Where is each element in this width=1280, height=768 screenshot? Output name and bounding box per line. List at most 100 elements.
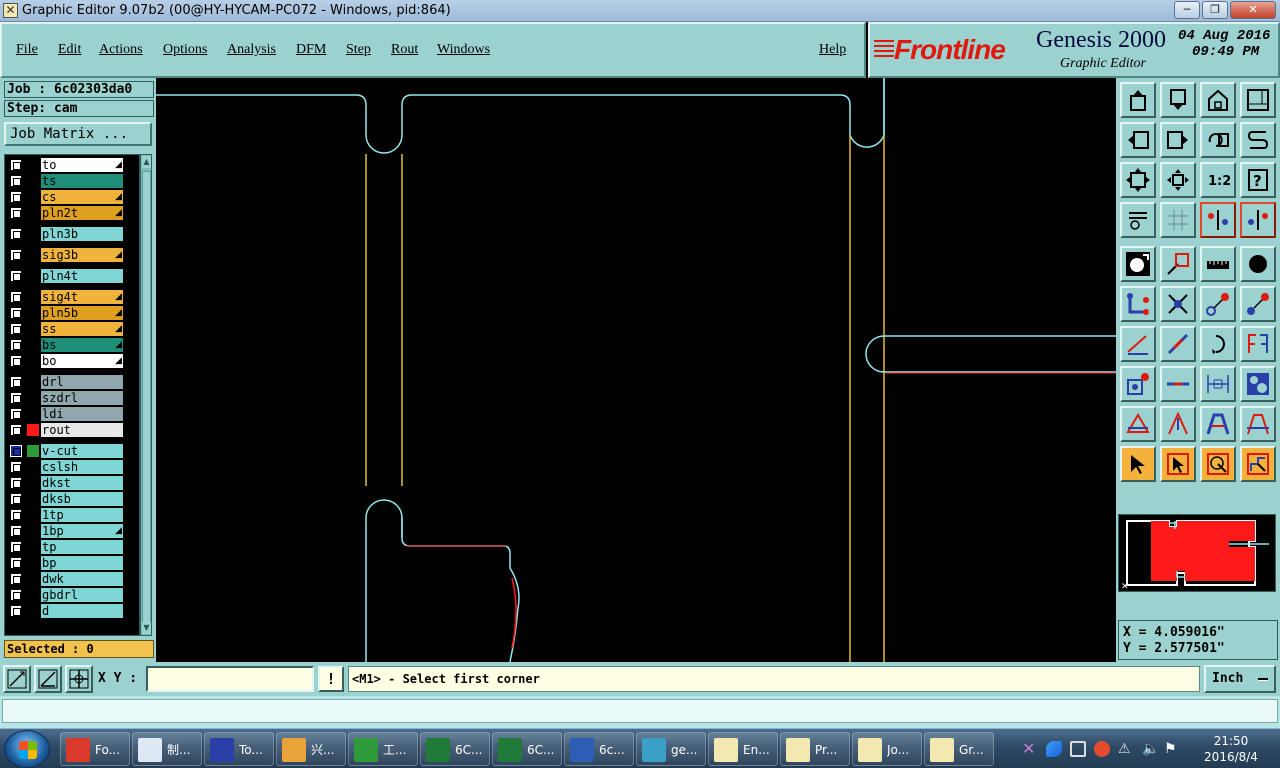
ruler-icon[interactable]	[1200, 246, 1236, 282]
layer-checkbox[interactable]	[10, 323, 22, 335]
connect-lines-icon[interactable]	[1120, 286, 1156, 322]
scroll-down-icon[interactable]: ▼	[142, 622, 151, 634]
layer-checkbox[interactable]	[10, 355, 22, 367]
layer-name[interactable]: bs	[41, 338, 123, 352]
layer-name[interactable]: tp	[41, 540, 123, 554]
taskbar-item[interactable]: ge...	[636, 732, 706, 766]
split-line-icon[interactable]	[1160, 366, 1196, 402]
layer-checkbox[interactable]	[10, 392, 22, 404]
taskbar-item[interactable]: 6c...	[564, 732, 634, 766]
peak-up-icon[interactable]	[1160, 406, 1196, 442]
overview-map[interactable]: ✕	[1118, 514, 1276, 592]
layer-checkbox[interactable]	[10, 249, 22, 261]
layer-checkbox[interactable]	[10, 493, 22, 505]
tray-x-icon[interactable]: ✕	[1022, 741, 1038, 757]
net-connect-icon[interactable]	[1200, 202, 1236, 238]
measure-tools-icon[interactable]	[1120, 202, 1156, 238]
layer-checkbox[interactable]	[10, 557, 22, 569]
menu-dfm[interactable]: DFM	[296, 41, 326, 59]
taskbar-item[interactable]: Pr...	[780, 732, 850, 766]
pad-group-icon[interactable]	[1240, 366, 1276, 402]
layer-row-cslsh[interactable]: cslsh	[5, 459, 139, 475]
layer-checkbox[interactable]	[10, 376, 22, 388]
layer-row-to[interactable]: to ◢	[5, 157, 139, 173]
layer-checkbox[interactable]	[10, 339, 22, 351]
layer-row-dksb[interactable]: dksb	[5, 491, 139, 507]
tray-security-icon[interactable]	[1094, 741, 1110, 757]
layer-name[interactable]: dkst	[41, 476, 123, 490]
menu-options[interactable]: Options	[163, 41, 207, 59]
mirror-icon[interactable]	[1240, 326, 1276, 362]
graphics-canvas[interactable]	[156, 78, 1116, 663]
home-icon[interactable]	[1200, 82, 1236, 118]
move-pad-icon[interactable]	[1200, 286, 1236, 322]
menu-analysis[interactable]: Analysis	[227, 41, 276, 59]
layer-row-rout[interactable]: rout	[5, 422, 139, 438]
taskbar-item[interactable]: 制...	[132, 732, 202, 766]
menu-rout[interactable]: Rout	[391, 41, 418, 59]
layer-row-ts[interactable]: ts	[5, 173, 139, 189]
layer-name[interactable]: v-cut	[41, 444, 123, 458]
net-compare-icon[interactable]	[1240, 202, 1276, 238]
scale-1-2-icon[interactable]: 1:2	[1200, 162, 1236, 198]
tray-flag-icon[interactable]: ⚑	[1164, 741, 1180, 757]
layer-checkbox[interactable]	[10, 424, 22, 436]
layer-name[interactable]: ldi	[41, 407, 123, 421]
scroll-thumb[interactable]	[142, 171, 151, 623]
pan-left-icon[interactable]	[1120, 122, 1156, 158]
layer-row-pln4t[interactable]: pln4t	[5, 268, 139, 284]
layer-checkbox[interactable]	[10, 159, 22, 171]
layer-row-sig3b[interactable]: sig3b ◢	[5, 247, 139, 263]
layer-name[interactable]: to	[41, 158, 123, 172]
layer-checkbox[interactable]	[10, 509, 22, 521]
add-surface-icon[interactable]	[1160, 246, 1196, 282]
select-arrow-icon[interactable]	[1120, 446, 1156, 482]
start-button[interactable]	[4, 730, 50, 768]
add-pad-icon[interactable]	[1240, 246, 1276, 282]
layer-row-gbdrl[interactable]: gbdrl	[5, 587, 139, 603]
layer-checkbox[interactable]	[10, 270, 22, 282]
layer-checkbox[interactable]	[10, 525, 22, 537]
taskbar-item[interactable]: 兴...	[276, 732, 346, 766]
tray-device-icon[interactable]	[1070, 741, 1086, 757]
layer-checkbox[interactable]	[10, 589, 22, 601]
layer-name[interactable]: pln2t	[41, 206, 123, 220]
slot-triangle-icon[interactable]	[1120, 406, 1156, 442]
copy-pad-icon[interactable]	[1240, 286, 1276, 322]
layer-name[interactable]: dwk	[41, 572, 123, 586]
draw-arc-icon[interactable]	[1200, 326, 1236, 362]
zoom-fit-icon[interactable]	[1120, 162, 1156, 198]
layer-row-pln2t[interactable]: pln2t ◢	[5, 205, 139, 221]
maximize-button[interactable]: ❐	[1202, 1, 1228, 19]
tray-feather-icon[interactable]	[1046, 741, 1062, 757]
layer-name[interactable]: dksb	[41, 492, 123, 506]
draw-line-icon[interactable]	[1160, 326, 1196, 362]
layer-checkbox[interactable]	[10, 541, 22, 553]
layer-name[interactable]: drl	[41, 375, 123, 389]
taskbar-item[interactable]: Jo...	[852, 732, 922, 766]
layer-row-tp[interactable]: tp	[5, 539, 139, 555]
delete-cross-icon[interactable]	[1160, 286, 1196, 322]
layer-row-dkst[interactable]: dkst	[5, 475, 139, 491]
taskbar-item[interactable]: To...	[204, 732, 274, 766]
grid-icon[interactable]	[1160, 202, 1196, 238]
save-job-icon[interactable]	[1160, 82, 1196, 118]
layer-row-ldi[interactable]: ldi	[5, 406, 139, 422]
taskbar-item[interactable]: 6C...	[420, 732, 490, 766]
layer-checkbox[interactable]	[10, 307, 22, 319]
layer-name[interactable]: d	[41, 604, 123, 618]
layer-color-marker[interactable]	[27, 445, 39, 457]
layer-checkbox[interactable]	[10, 477, 22, 489]
snap-grid-icon[interactable]	[65, 665, 93, 693]
layer-name[interactable]: pln3b	[41, 227, 123, 241]
step-field[interactable]: Step: cam	[4, 100, 154, 117]
alert-icon[interactable]: !	[318, 666, 344, 692]
layer-name[interactable]: bo	[41, 354, 123, 368]
layer-row-1bp[interactable]: 1bp ◢	[5, 523, 139, 539]
taskbar-clock[interactable]: 21:50 2016/8/4	[1186, 733, 1276, 765]
unit-selector[interactable]: Inch	[1204, 665, 1276, 693]
layer-checkbox[interactable]	[10, 408, 22, 420]
window-layout-icon[interactable]	[1240, 82, 1276, 118]
taskbar-item[interactable]: 工...	[348, 732, 418, 766]
layer-name[interactable]: bp	[41, 556, 123, 570]
